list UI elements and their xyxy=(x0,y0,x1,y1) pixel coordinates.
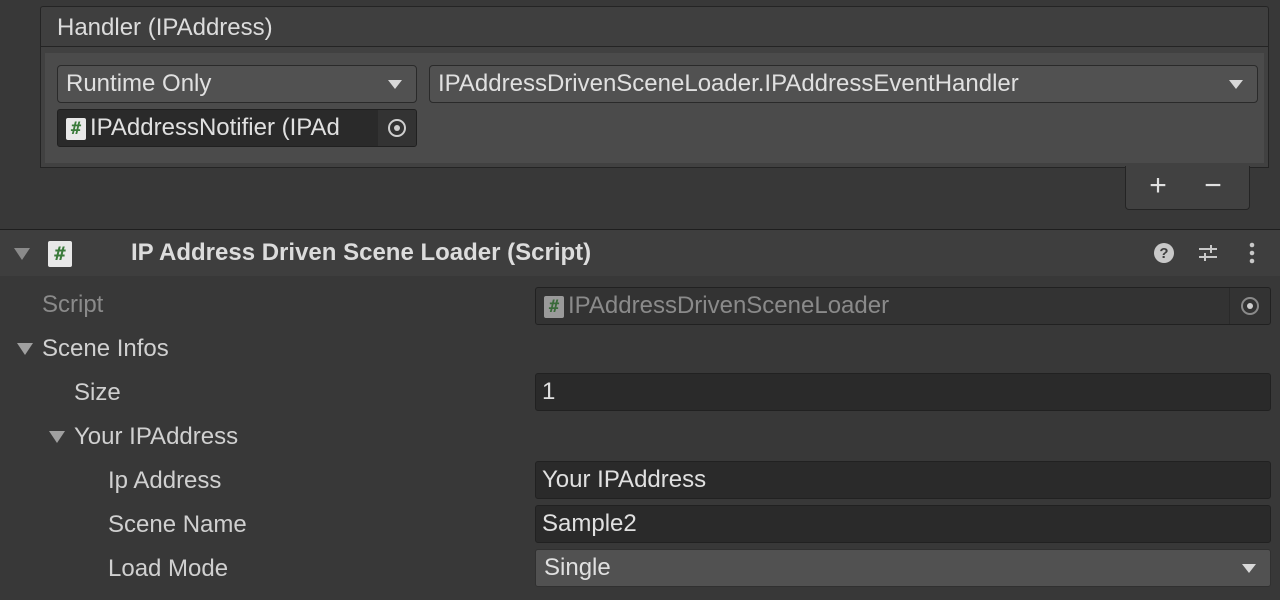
foldout-arrow-icon[interactable] xyxy=(14,248,30,260)
element-label[interactable]: Your IPAddress xyxy=(74,422,238,452)
load-mode-dropdown[interactable]: Single xyxy=(535,549,1271,587)
runtime-mode-value: Runtime Only xyxy=(66,70,212,97)
help-icon[interactable]: ? xyxy=(1152,241,1176,265)
function-value: IPAddressDrivenSceneLoader.IPAddressEven… xyxy=(438,70,1019,97)
ip-address-field[interactable]: Your IPAddress xyxy=(535,461,1271,499)
script-field: # IPAddressDrivenSceneLoader xyxy=(535,287,1271,325)
scene-name-field[interactable]: Sample2 xyxy=(535,505,1271,543)
foldout-arrow-icon[interactable] xyxy=(17,343,33,355)
target-object-field[interactable]: # IPAddressNotifier (IPAd xyxy=(57,109,417,147)
object-picker-button xyxy=(1229,288,1270,324)
add-listener-button[interactable]: + xyxy=(1144,170,1172,202)
foldout-arrow-icon[interactable] xyxy=(49,431,65,443)
load-mode-value: Single xyxy=(544,554,611,581)
script-icon: # xyxy=(48,241,72,267)
size-field[interactable]: 1 xyxy=(535,373,1271,411)
scene-infos-label[interactable]: Scene Infos xyxy=(42,334,169,364)
ip-address-label: Ip Address xyxy=(108,467,222,494)
event-header-title: Handler (IPAddress) xyxy=(57,14,273,41)
target-object-value: IPAddressNotifier (IPAd xyxy=(90,114,340,141)
load-mode-label: Load Mode xyxy=(108,555,229,582)
preset-icon[interactable] xyxy=(1196,241,1220,265)
scene-name-label: Scene Name xyxy=(108,511,247,538)
kebab-menu-icon[interactable] xyxy=(1240,241,1264,265)
object-picker-icon xyxy=(388,119,406,137)
chevron-down-icon xyxy=(1242,564,1256,573)
chevron-down-icon xyxy=(388,80,402,89)
script-icon: # xyxy=(544,296,564,318)
object-picker-icon xyxy=(1241,297,1259,315)
script-icon: # xyxy=(66,118,86,140)
event-list-body: Runtime Only IPAddressDrivenSceneLoader.… xyxy=(40,46,1269,168)
script-label: Script xyxy=(42,291,104,318)
event-list-footer: + − xyxy=(1125,166,1250,210)
svg-text:?: ? xyxy=(1159,245,1168,262)
function-dropdown[interactable]: IPAddressDrivenSceneLoader.IPAddressEven… xyxy=(429,65,1258,103)
chevron-down-icon xyxy=(1229,80,1243,89)
component-title: IP Address Driven Scene Loader (Script) xyxy=(131,239,592,266)
size-label: Size xyxy=(74,379,121,406)
event-header: Handler (IPAddress) xyxy=(40,6,1269,46)
script-value: IPAddressDrivenSceneLoader xyxy=(568,292,890,319)
remove-listener-button[interactable]: − xyxy=(1199,170,1227,202)
object-picker-button[interactable] xyxy=(378,110,416,146)
event-listener-row[interactable]: Runtime Only IPAddressDrivenSceneLoader.… xyxy=(45,53,1264,163)
component-header[interactable]: # IP Address Driven Scene Loader (Script… xyxy=(0,230,1280,276)
runtime-mode-dropdown[interactable]: Runtime Only xyxy=(57,65,417,103)
